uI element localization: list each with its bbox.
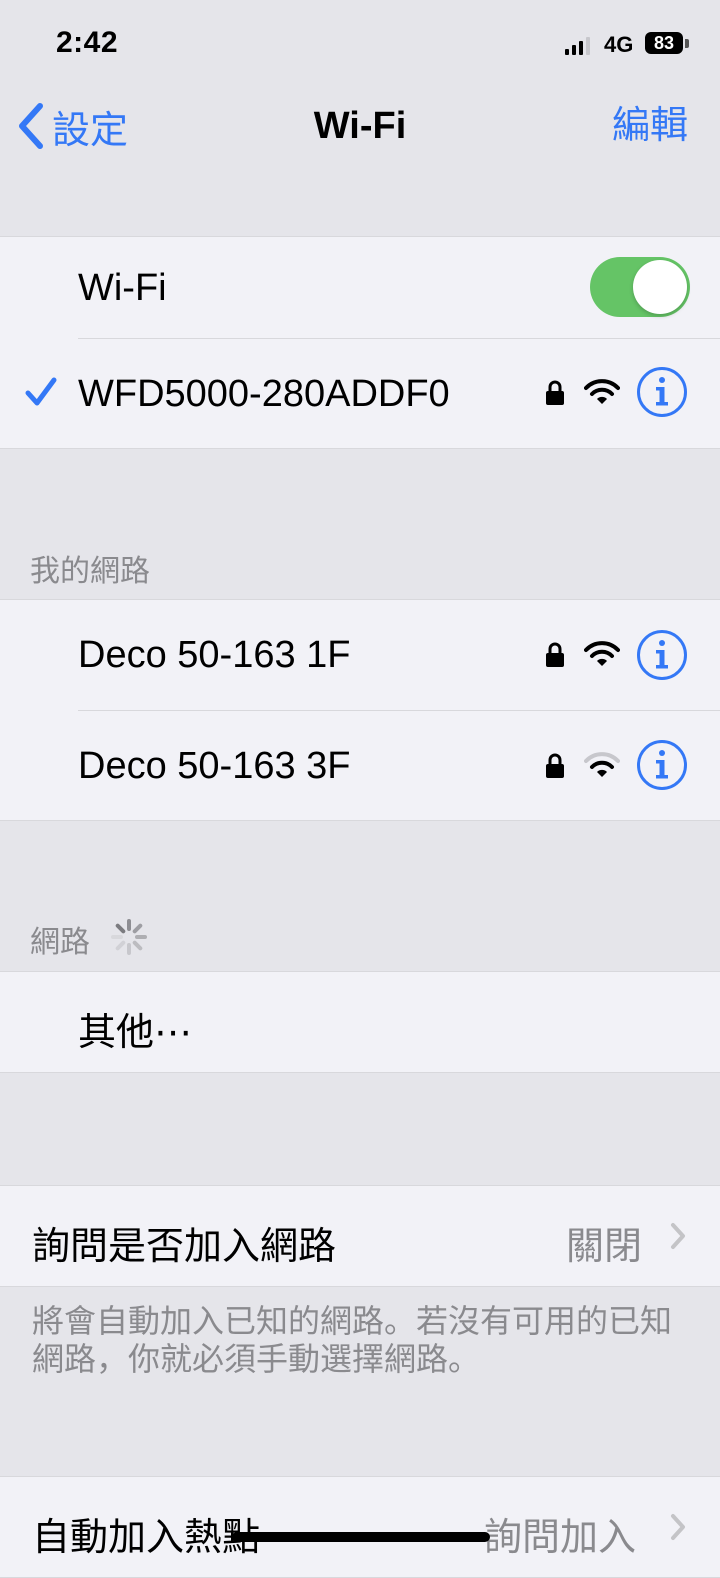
lock-icon [546, 642, 564, 667]
battery-icon: 83 [645, 32, 683, 54]
battery-cap [685, 39, 689, 48]
other-network-label: 其他⋯ [78, 1012, 193, 1054]
my-networks-header: 我的網路 [30, 555, 150, 588]
auto-hotspot-label: 自動加入熱點 [32, 1517, 261, 1559]
ask-join-footer-note: 將會自動加入已知的網路。若沒有可用的已知網路，你就必須手動選擇網路。 [32, 1303, 673, 1377]
status-time: 2:42 [56, 26, 119, 59]
status-bar: 2:42 4G 83 [0, 0, 720, 88]
ask-join-label: 詢問是否加入網路 [32, 1226, 337, 1268]
edit-button[interactable]: 編輯 [612, 98, 688, 154]
wifi-signal-icon [584, 379, 620, 404]
network-name: Deco 50-163 3F [78, 745, 351, 787]
connected-network-row[interactable]: WFD5000-280ADDF0 [0, 339, 720, 448]
wifi-toggle-row: Wi-Fi [0, 237, 720, 338]
wifi-toggle-label: Wi-Fi [78, 267, 167, 309]
network-name: Deco 50-163 1F [78, 634, 351, 676]
networks-header: 網路 [30, 926, 90, 959]
networks-group: 其他⋯ [0, 971, 720, 1073]
ask-join-group: 詢問是否加入網路 關閉 [0, 1185, 720, 1287]
home-indicator[interactable] [232, 1532, 490, 1542]
auto-hotspot-row[interactable]: 自動加入熱點 詢問加入 [0, 1477, 720, 1577]
lock-icon [546, 380, 564, 405]
navigation-bar: 設定 Wi-Fi 編輯 [0, 88, 720, 168]
toggle-knob [633, 260, 687, 314]
chevron-right-icon [671, 1514, 685, 1540]
auto-hotspot-value: 詢問加入 [484, 1517, 637, 1559]
ask-join-row[interactable]: 詢問是否加入網路 關閉 [0, 1186, 720, 1286]
wifi-signal-icon [584, 752, 620, 777]
my-networks-group: Deco 50-163 1F Deco 50-163 3F [0, 599, 720, 821]
lock-icon [546, 753, 564, 778]
connected-network-name: WFD5000-280ADDF0 [78, 373, 450, 415]
ask-join-value: 關閉 [566, 1226, 643, 1268]
auto-hotspot-group: 自動加入熱點 詢問加入 [0, 1476, 720, 1578]
info-icon[interactable] [636, 366, 688, 418]
info-icon[interactable] [636, 629, 688, 681]
network-type: 4G [604, 32, 634, 57]
network-row[interactable]: Deco 50-163 3F [0, 711, 720, 820]
wifi-toggle[interactable] [590, 257, 690, 317]
checkmark-icon [25, 377, 57, 406]
loading-spinner-icon [111, 919, 147, 955]
other-network-row[interactable]: 其他⋯ [0, 972, 720, 1072]
network-row[interactable]: Deco 50-163 1F [0, 600, 720, 710]
wifi-signal-icon [584, 641, 620, 666]
wifi-group: Wi-Fi WFD5000-280ADDF0 [0, 236, 720, 449]
chevron-right-icon [671, 1223, 685, 1249]
info-icon[interactable] [636, 739, 688, 791]
cellular-signal-icon [565, 37, 590, 55]
